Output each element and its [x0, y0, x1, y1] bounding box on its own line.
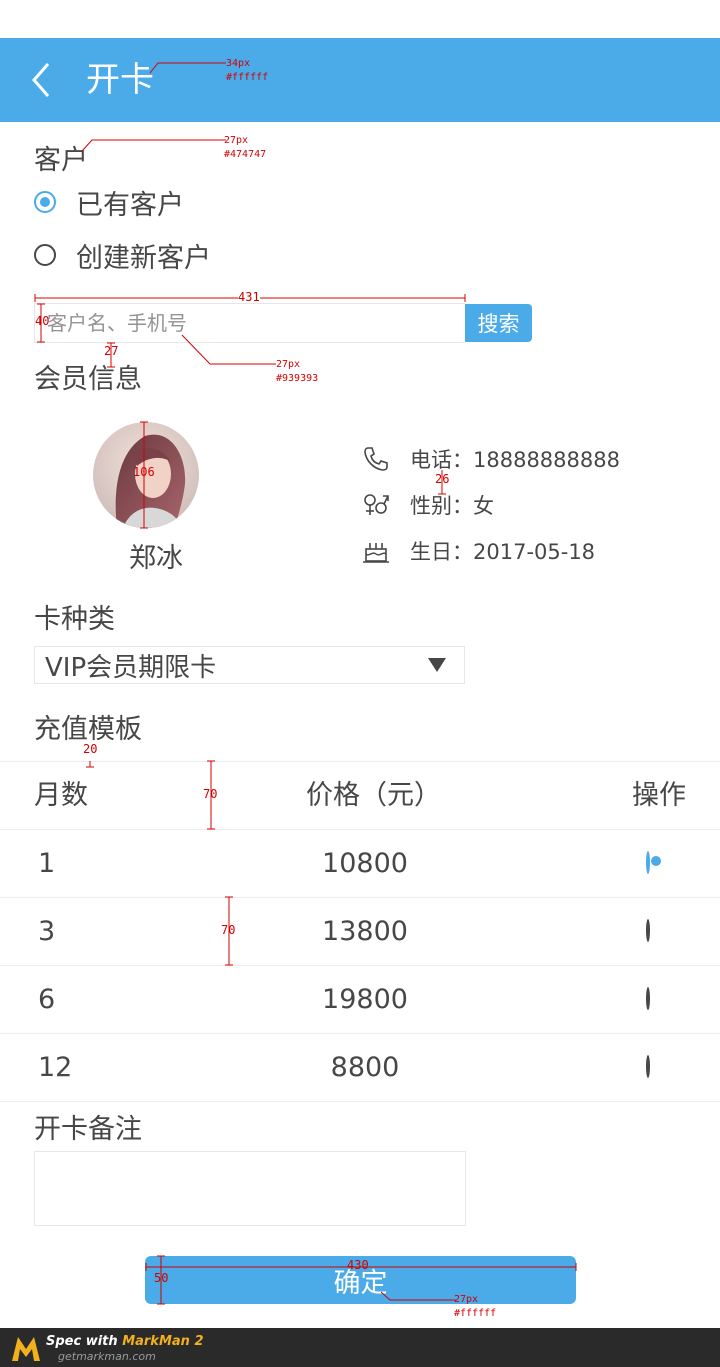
- table-row[interactable]: 3 13800: [0, 898, 720, 966]
- spec-head-height: 70: [203, 787, 218, 801]
- row-months: 3: [38, 916, 56, 947]
- row-price: 19800: [322, 984, 408, 1015]
- radio-new-customer-label: 创建新客户: [76, 242, 211, 274]
- table-row[interactable]: 6 19800: [0, 966, 720, 1034]
- customer-search-input[interactable]: [34, 303, 465, 343]
- radio-unchecked-icon[interactable]: [34, 244, 56, 266]
- row-price: 8800: [330, 1052, 400, 1083]
- markman-footer: Spec with MarkMan 2 getmarkman.com: [0, 1328, 720, 1367]
- spec-button-width: 430: [347, 1258, 369, 1272]
- spec-placeholder-size: 27px: [276, 359, 301, 370]
- radio-unchecked-icon[interactable]: [646, 987, 650, 1010]
- spec-input-width: 431: [238, 290, 260, 304]
- member-birthday-row: 生日：2017-05-18: [360, 534, 595, 568]
- card-type-select[interactable]: VIP会员期限卡: [34, 646, 465, 684]
- spec-row-height: 70: [221, 923, 236, 937]
- spec-placeholder-color: #939393: [276, 373, 319, 384]
- radio-existing-customer[interactable]: 已有客户: [30, 182, 184, 222]
- spec-button-text-color: #ffffff: [454, 1308, 497, 1319]
- footer-title-brand: MarkMan 2: [122, 1334, 204, 1349]
- back-button[interactable]: [26, 58, 62, 102]
- row-select-radio[interactable]: [646, 851, 650, 874]
- cake-icon: [360, 535, 392, 567]
- dropdown-arrow-icon: [428, 658, 446, 672]
- search-button[interactable]: 搜索: [465, 304, 532, 342]
- spec-label-size: 27px: [224, 135, 249, 146]
- spec-button-height: 50: [154, 1271, 169, 1285]
- card-type-section-label: 卡种类: [34, 604, 115, 635]
- card-type-selected-value: VIP会员期限卡: [45, 652, 217, 683]
- spec-gap-20: 20: [83, 742, 98, 756]
- app-header: 开卡: [0, 38, 720, 122]
- phone-icon: [360, 443, 392, 475]
- table-row[interactable]: 1 10800: [0, 830, 720, 898]
- spec-info-gap: 26: [435, 472, 450, 486]
- column-header-months: 月数: [34, 780, 88, 811]
- footer-title-prefix: Spec with: [46, 1334, 123, 1349]
- recharge-table-header: 月数 价格（元） 操作: [0, 761, 720, 830]
- member-gender-row: 性别：女: [360, 488, 494, 522]
- row-price: 10800: [322, 848, 408, 879]
- spec-button-text-size: 27px: [454, 1294, 479, 1305]
- radio-checked-icon[interactable]: [646, 851, 650, 874]
- radio-checked-icon[interactable]: [34, 191, 56, 213]
- row-select-radio[interactable]: [646, 1055, 650, 1078]
- customer-section-label: 客户: [34, 145, 88, 176]
- status-bar: [0, 0, 720, 38]
- radio-unchecked-icon[interactable]: [646, 1055, 650, 1078]
- page-title: 开卡: [86, 60, 154, 100]
- remark-section-label: 开卡备注: [34, 1114, 142, 1145]
- radio-new-customer[interactable]: 创建新客户: [30, 235, 211, 275]
- row-months: 12: [38, 1052, 73, 1083]
- row-price: 13800: [322, 916, 408, 947]
- member-phone-row: 电话：18888888888: [360, 442, 620, 476]
- column-header-action: 操作: [632, 780, 686, 811]
- member-section-label: 会员信息: [34, 364, 142, 395]
- footer-title: Spec with MarkMan 2: [46, 1334, 204, 1349]
- member-birthday: 生日：2017-05-18: [410, 540, 596, 564]
- member-name: 郑冰: [129, 543, 183, 574]
- row-months: 6: [38, 984, 56, 1015]
- radio-existing-customer-label: 已有客户: [76, 189, 184, 221]
- spec-title-size: 34px: [226, 58, 251, 69]
- row-select-radio[interactable]: [646, 987, 650, 1010]
- spec-label-color: #474747: [224, 149, 267, 160]
- radio-unchecked-icon[interactable]: [646, 919, 650, 942]
- spec-input-height: 40: [35, 314, 50, 328]
- spec-avatar-size: 106: [133, 465, 155, 479]
- gender-icon: [360, 489, 392, 521]
- footer-url: getmarkman.com: [58, 1350, 156, 1363]
- remark-textarea[interactable]: [34, 1151, 466, 1226]
- member-gender: 性别：女: [410, 494, 494, 518]
- row-select-radio[interactable]: [646, 919, 650, 942]
- member-phone: 电话：18888888888: [410, 448, 620, 472]
- row-months: 1: [38, 848, 56, 879]
- chevron-left-icon: [32, 63, 50, 97]
- spec-gap-27: 27: [104, 344, 119, 358]
- column-header-price: 价格（元）: [306, 780, 441, 811]
- spec-title-color: #ffffff: [226, 72, 269, 83]
- table-row[interactable]: 12 8800: [0, 1034, 720, 1102]
- markman-logo-icon: [12, 1337, 40, 1361]
